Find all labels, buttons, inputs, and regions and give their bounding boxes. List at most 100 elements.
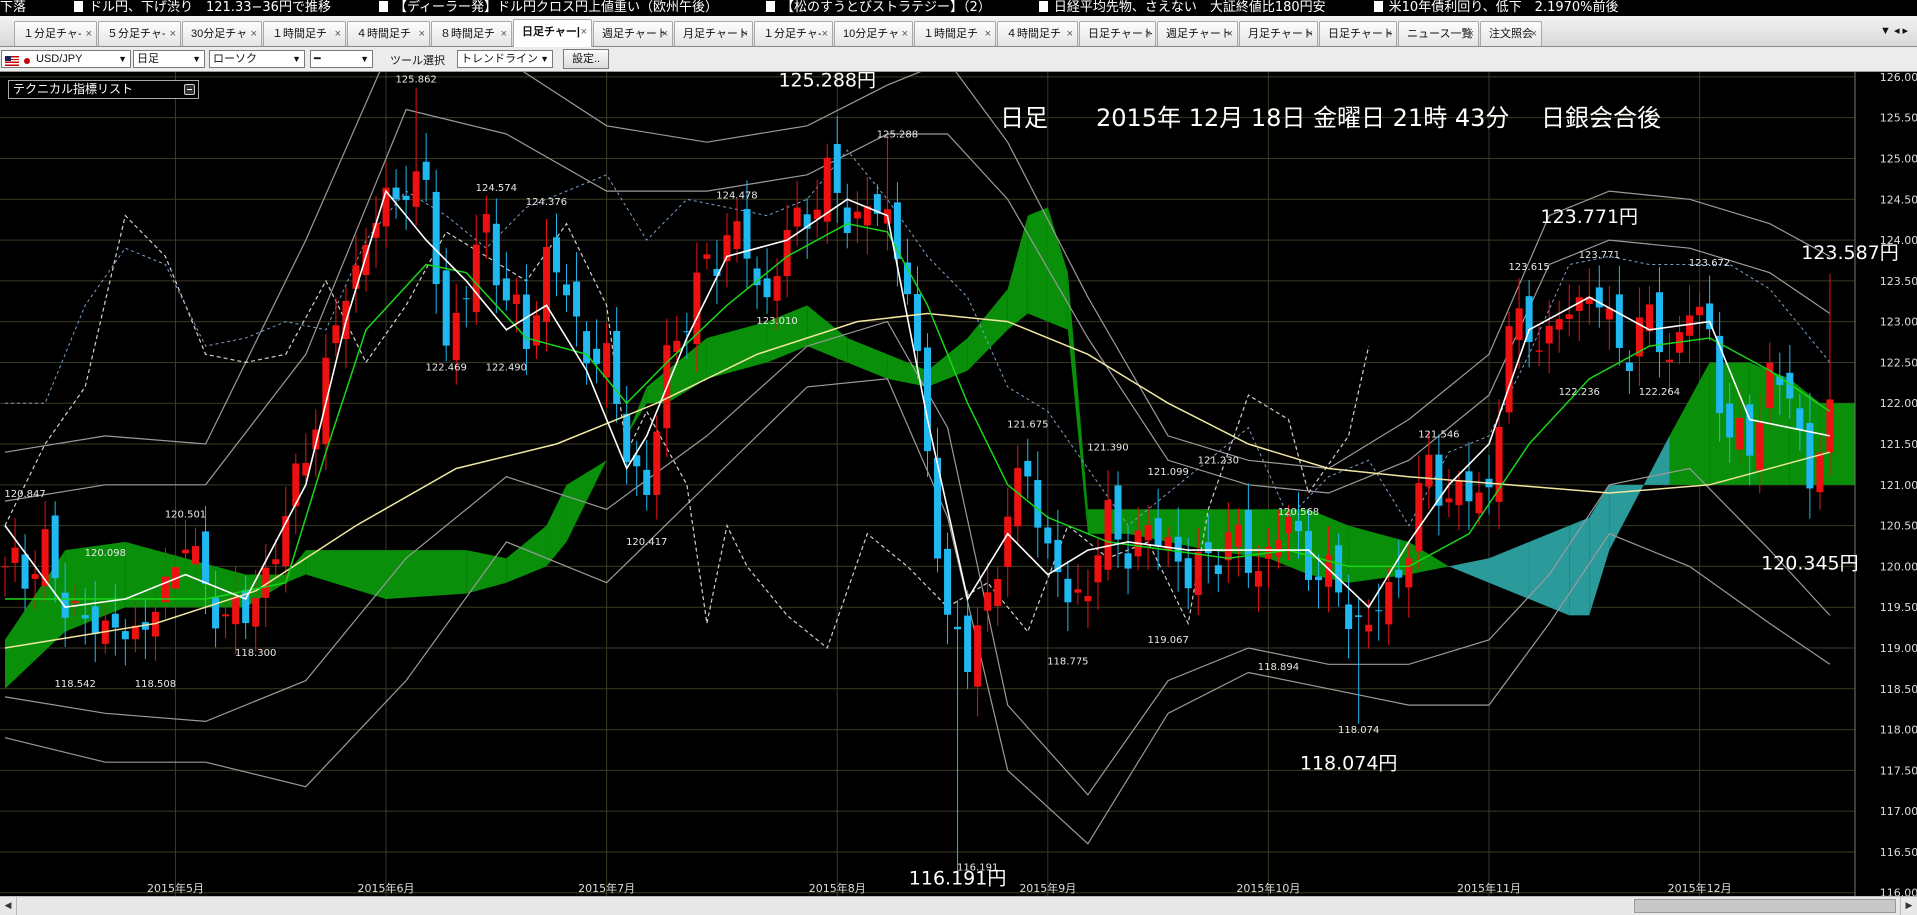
close-tab-icon[interactable]: ×	[1145, 22, 1151, 46]
close-tab-icon[interactable]: ×	[581, 20, 587, 44]
chart-tab-label: ４時間足チ	[356, 28, 411, 40]
chart-tab-bar: ▼ ◂ ▸ １分足チャ- × ５分足チャ- × 30分足チャ × １時間足チ × ４時間足チ × ８…	[0, 16, 1917, 47]
candle-body	[843, 207, 851, 233]
chevron-down-icon: ▼	[118, 54, 127, 64]
candle-body	[1284, 517, 1292, 534]
chart-tab[interactable]: ５分足チャ- ×	[98, 21, 181, 46]
chart-tab[interactable]: 日足チャート ×	[1319, 21, 1397, 46]
close-tab-icon[interactable]: ×	[822, 22, 828, 46]
ticker-headline[interactable]: 日経平均先物、さえない 大証終値比180円安	[1038, 0, 1326, 16]
price-point-label: 124.376	[526, 197, 567, 208]
candle-body	[994, 579, 1002, 607]
chart-tab[interactable]: １時間足チ ×	[263, 21, 346, 46]
candle-body	[452, 312, 460, 361]
scroll-right-icon[interactable]: ▶	[1900, 897, 1917, 915]
chart-tab[interactable]: １時間足チ ×	[914, 21, 996, 46]
close-tab-icon[interactable]: ×	[170, 22, 176, 46]
candle-body	[1, 566, 9, 568]
ticker-headline[interactable]: 米10年債利回り、低下 2.1970%前後	[1373, 0, 1619, 16]
time-tick-label: 2015年6月	[358, 881, 415, 895]
candle-body	[1826, 399, 1834, 453]
ticker-headline[interactable]: 下落	[0, 0, 26, 16]
price-point-label: 118.300	[235, 648, 276, 659]
period-value: 日足	[137, 53, 159, 65]
candle-body	[1655, 292, 1663, 353]
chart-tab[interactable]: 月足チャート ×	[674, 21, 753, 46]
grid-group	[0, 72, 1855, 896]
close-tab-icon[interactable]: ×	[501, 22, 507, 46]
ticker-headline[interactable]: 【松のすうとびストラテジー】（2）	[766, 0, 991, 16]
ticker-headline-text: 米10年債利回り、低下 2.1970%前後	[1388, 0, 1619, 15]
close-tab-icon[interactable]: ×	[1307, 22, 1313, 46]
close-tab-icon[interactable]: ×	[1386, 22, 1392, 46]
ticker-headline[interactable]: 【ディーラー発】ドル円クロス円上値重い（欧州午後）	[378, 0, 718, 16]
candle-body	[61, 592, 69, 618]
chart-area[interactable]: 126.00 125.50 125.00 124.50 124.00 123.50 123.…	[0, 72, 1917, 902]
chart-style-select[interactable]: ローソク ▼	[209, 50, 305, 68]
price-point-label: 121.675	[1007, 420, 1048, 431]
chart-tab[interactable]: 10分足チャ ×	[834, 21, 913, 46]
tool-select[interactable]: トレンドライン ▼	[457, 50, 553, 68]
close-tab-icon[interactable]: ×	[985, 22, 991, 46]
price-point-label: 120.501	[165, 509, 206, 520]
candle-body	[1375, 610, 1383, 612]
chart-tab[interactable]: １分足チャ- ×	[14, 21, 97, 46]
chart-tab-label: 日足チャート	[1328, 28, 1394, 40]
price-tick-label: 118.50	[1880, 683, 1917, 696]
scrollbar-thumb[interactable]	[1634, 899, 1896, 913]
candle-body	[482, 214, 490, 233]
chart-tab[interactable]: ８時間足チ ×	[431, 21, 512, 46]
close-tab-icon[interactable]: ×	[86, 22, 92, 46]
price-tick-label: 116.00	[1880, 887, 1917, 896]
close-tab-icon[interactable]: ×	[419, 22, 425, 46]
period-select[interactable]: 日足 ▼	[133, 50, 205, 68]
close-tab-icon[interactable]: ×	[742, 22, 748, 46]
chart-tab[interactable]: ４時間足チ ×	[347, 21, 430, 46]
close-tab-icon[interactable]: ×	[1468, 22, 1474, 46]
candle-body	[222, 614, 230, 617]
minimize-icon[interactable]	[184, 84, 195, 95]
indicator-list-label: テクニカル指標リスト	[13, 82, 134, 96]
ichimoku-cloud	[1569, 517, 1590, 616]
chart-tab-label: １時間足チ	[923, 28, 978, 40]
close-tab-icon[interactable]: ×	[662, 22, 668, 46]
close-tab-icon[interactable]: ×	[1227, 22, 1233, 46]
line-style-value: ━	[314, 53, 321, 65]
horizontal-scrollbar[interactable]: ◀ ▶	[0, 896, 1917, 915]
chart-tab[interactable]: 30分足チャ ×	[182, 21, 262, 46]
candlestick-chart[interactable]: 126.00125.50125.00124.50124.00123.50123.…	[0, 72, 1917, 896]
ticker-headline[interactable]: ドル円、下げ渋り 121.33−36円で推移	[74, 0, 331, 16]
chart-tab[interactable]: 日足チャー| ×	[513, 19, 592, 47]
close-tab-icon[interactable]: ×	[902, 22, 908, 46]
candle-body	[181, 549, 190, 554]
chart-tab[interactable]: 月足チャート ×	[1239, 21, 1318, 46]
settings-button[interactable]: 設定..	[563, 49, 610, 69]
news-ticker[interactable]: 下落 ドル円、下げ渋り 121.33−36円で推移 【ディーラー発】ドル円クロス円上…	[0, 0, 1917, 16]
price-tick-label: 117.00	[1880, 805, 1917, 818]
close-tab-icon[interactable]: ×	[1531, 22, 1537, 46]
line-style-select[interactable]: ━ ▼	[310, 50, 373, 68]
close-tab-icon[interactable]: ×	[1067, 22, 1073, 46]
indicator-list-panel[interactable]: テクニカル指標リスト	[8, 80, 199, 99]
ichimoku-cloud	[386, 550, 467, 600]
candle-body	[573, 281, 581, 317]
close-tab-icon[interactable]: ×	[335, 22, 341, 46]
scroll-left-icon[interactable]: ◀	[0, 897, 17, 915]
chart-tab[interactable]: １分足チャ- ×	[754, 21, 833, 46]
currency-pair-select[interactable]: USD/JPY ▼	[1, 50, 131, 68]
price-annotation: 120.345円	[1761, 553, 1859, 575]
chart-tab[interactable]: 週足チャート ×	[1157, 21, 1238, 46]
chart-tab[interactable]: 日足チャート ×	[1079, 21, 1156, 46]
close-tab-icon[interactable]: ×	[251, 22, 257, 46]
ichimoku-cloud	[506, 525, 547, 583]
tab-scroll-controls[interactable]: ▼ ◂ ▸	[1880, 24, 1908, 37]
price-tick-label: 125.00	[1880, 152, 1917, 165]
candle-body	[1625, 362, 1633, 372]
chart-tab[interactable]: ４時間足チ ×	[997, 21, 1078, 46]
candle-body	[1756, 422, 1764, 471]
chart-tab[interactable]: 注文照会 ×	[1480, 21, 1542, 46]
chart-tab-label: 30分足チャ	[191, 28, 248, 40]
chart-tab[interactable]: ニュース一覧 ×	[1398, 21, 1479, 46]
chart-tab[interactable]: 週足チャート ×	[593, 21, 673, 46]
time-tick-label: 2015年9月	[1019, 881, 1076, 895]
